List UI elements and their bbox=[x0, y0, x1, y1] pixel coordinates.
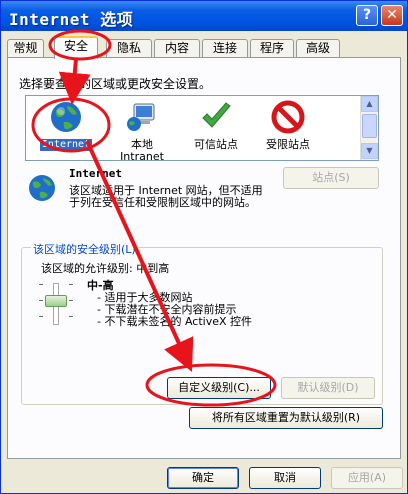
title-bar: Internet 选项 ? ✕ bbox=[1, 1, 407, 31]
security-level-description: 适用于大多数网站 下载潜在不安全内容前提示 不下载未签名的 ActiveX 控件 bbox=[97, 292, 252, 328]
tab-privacy[interactable]: 隐私 bbox=[106, 39, 152, 58]
zone-prompt: 选择要查看的区域或更改安全设置。 bbox=[19, 77, 212, 91]
slider-tick bbox=[39, 316, 43, 317]
scroll-thumb[interactable] bbox=[362, 114, 377, 138]
computer-globe-icon bbox=[127, 103, 155, 131]
zone-list-scrollbar[interactable]: ▲ ▼ bbox=[360, 96, 378, 160]
selected-zone-description: 该区域适用于 Internet 网站，但不适用于列在受信任和受限制区域中的网站。 bbox=[69, 184, 263, 209]
zone-list: Internet 本地 Intranet 可信站点 受限站点 bbox=[25, 95, 379, 163]
window-title: Internet 选项 bbox=[9, 10, 134, 29]
allowed-levels-text: 该区域的允许级别: 中到高 bbox=[41, 262, 170, 275]
slider-tick bbox=[39, 284, 43, 285]
tab-advanced[interactable]: 高级 bbox=[296, 39, 340, 58]
slider-tick bbox=[69, 300, 73, 301]
zone-internet[interactable]: Internet bbox=[26, 100, 106, 151]
level-bullet: 不下载未签名的 ActiveX 控件 bbox=[97, 316, 252, 328]
zone-local-intranet[interactable]: 本地 Intranet bbox=[102, 100, 182, 163]
scroll-down-icon[interactable]: ▼ bbox=[361, 143, 378, 159]
zone-local-intranet-label: 本地 Intranet bbox=[120, 138, 164, 163]
scroll-up-icon[interactable]: ▲ bbox=[361, 96, 378, 112]
slider-tick bbox=[69, 284, 73, 285]
tab-programs[interactable]: 程序 bbox=[250, 39, 294, 58]
default-level-button[interactable]: 默认级别(D) bbox=[281, 377, 375, 399]
reset-all-zones-button[interactable]: 将所有区域重置为默认级别(R) bbox=[189, 407, 383, 429]
tab-security[interactable]: 安全 bbox=[54, 36, 98, 59]
sites-button[interactable]: 站点(S) bbox=[283, 167, 379, 189]
security-level-legend: 该区域的安全级别(L) bbox=[31, 241, 138, 257]
zone-trusted-sites-label: 可信站点 bbox=[194, 138, 238, 151]
cancel-button[interactable]: 取消 bbox=[249, 467, 321, 489]
slider-tick bbox=[69, 316, 73, 317]
tab-content[interactable]: 内容 bbox=[154, 39, 200, 58]
help-button[interactable]: ? bbox=[356, 5, 378, 26]
apply-button[interactable]: 应用(A) bbox=[331, 467, 403, 489]
tab-connections[interactable]: 连接 bbox=[202, 39, 248, 58]
ok-button[interactable]: 确定 bbox=[167, 467, 239, 489]
selected-zone-title: Internet bbox=[69, 167, 122, 180]
slider-tick bbox=[39, 300, 43, 301]
zone-internet-label: Internet bbox=[39, 139, 93, 151]
tab-general[interactable]: 常规 bbox=[7, 39, 44, 58]
security-level-slider-thumb[interactable] bbox=[45, 295, 67, 307]
selected-zone-globe-icon bbox=[29, 175, 55, 201]
zone-restricted-sites[interactable]: 受限站点 bbox=[248, 100, 328, 151]
custom-level-button[interactable]: 自定义级别(C)... bbox=[167, 377, 271, 399]
zone-trusted-sites[interactable]: 可信站点 bbox=[176, 100, 256, 151]
checkmark-icon bbox=[202, 102, 231, 128]
globe-icon bbox=[51, 102, 81, 132]
internet-options-window: Internet 选项 ? ✕ 常规 安全 隐私 内容 连接 程序 高级 选择要… bbox=[0, 0, 408, 494]
no-entry-icon bbox=[271, 100, 305, 134]
zone-restricted-sites-label: 受限站点 bbox=[266, 138, 310, 151]
close-button[interactable]: ✕ bbox=[381, 5, 403, 26]
